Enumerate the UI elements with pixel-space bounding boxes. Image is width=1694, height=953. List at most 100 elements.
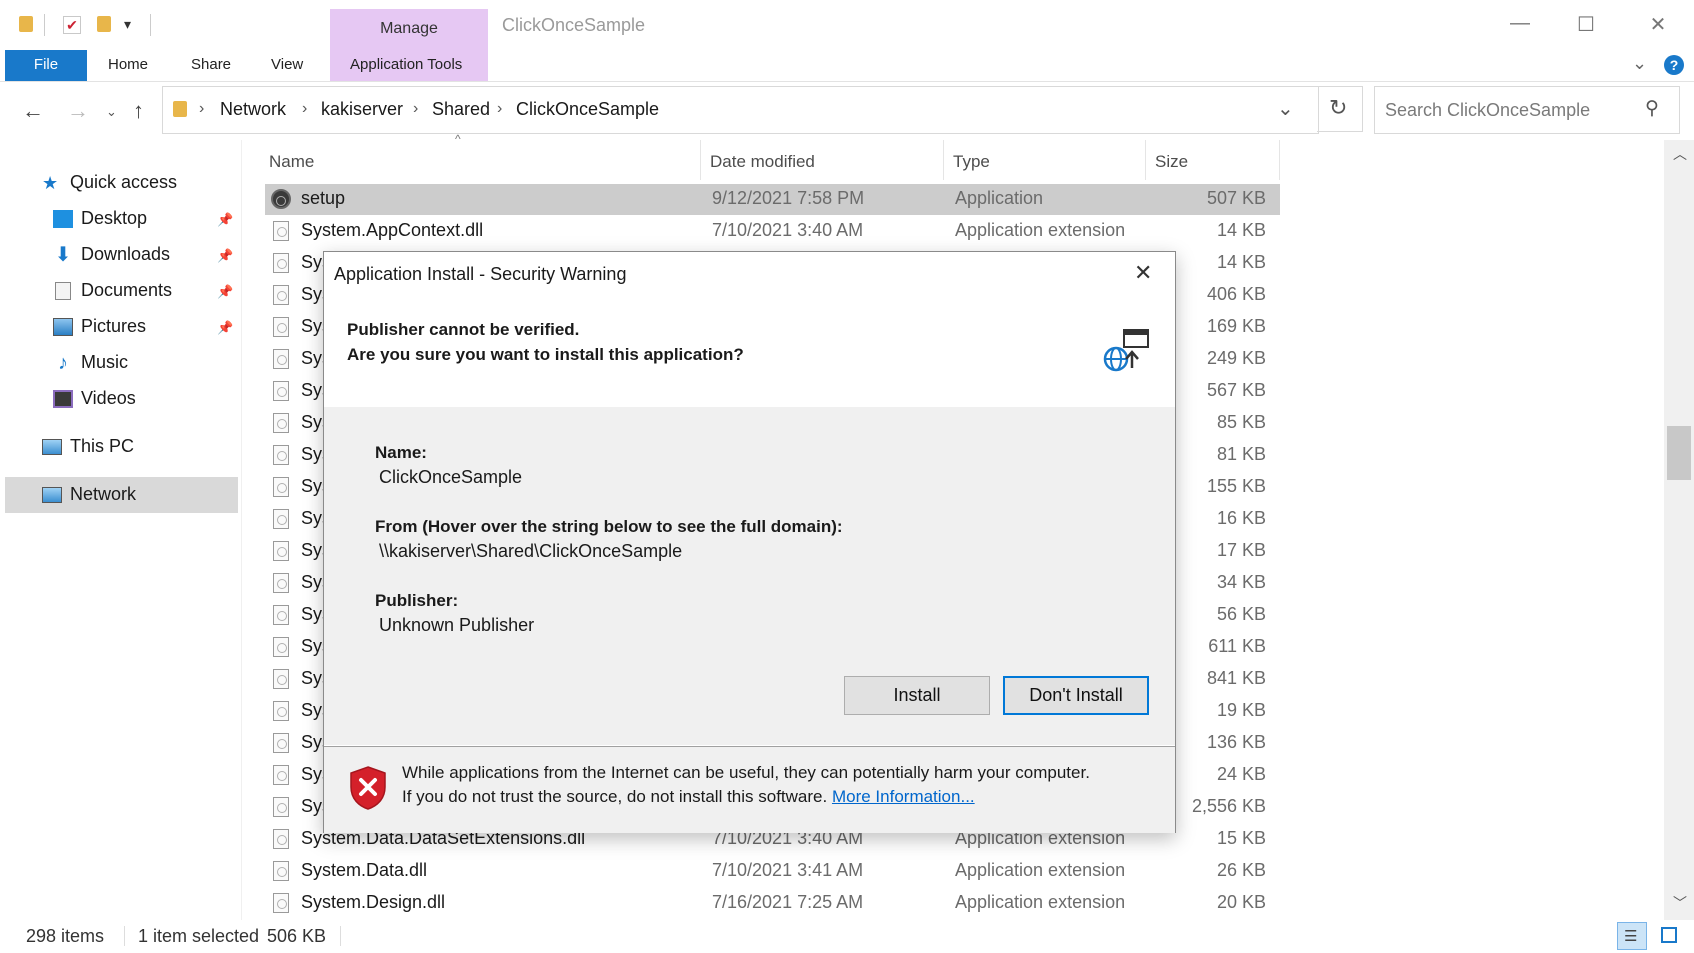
crumb-kakiserver[interactable]: kakiserver <box>321 99 403 120</box>
details-view-button[interactable]: ☰ <box>1617 922 1647 950</box>
file-name: setup <box>301 188 346 208</box>
nav-item-videos[interactable]: Videos <box>53 388 136 409</box>
maximize-button[interactable]: ☐ <box>1566 12 1606 37</box>
vertical-scrollbar[interactable]: ︿ ﹀ <box>1664 140 1694 920</box>
nav-this-pc[interactable]: This PC <box>42 436 134 457</box>
application-install-icon <box>1102 328 1152 374</box>
pictures-icon <box>53 317 73 336</box>
file-size: 841 KB <box>1206 668 1266 688</box>
status-item-count: 298 items <box>26 926 105 946</box>
nav-quick-access[interactable]: ★ Quick access <box>42 172 177 193</box>
nav-item-desktop[interactable]: Desktop <box>53 208 147 229</box>
nav-item-documents[interactable]: Documents <box>53 280 172 301</box>
file-size: 24 KB <box>1216 764 1266 784</box>
file-name: System.Design.dll <box>301 892 446 912</box>
tab-home[interactable]: Home <box>108 56 148 73</box>
search-input[interactable]: Search ClickOnceSample <box>1385 100 1590 121</box>
pin-icon: 📌 <box>217 284 234 299</box>
column-header-size[interactable]: Size <box>1155 152 1188 172</box>
dll-file-icon <box>273 605 289 625</box>
qat-dropdown-icon[interactable]: ▾ <box>124 16 131 33</box>
nav-item-music[interactable]: ♪ Music <box>53 352 128 373</box>
dll-file-icon <box>273 669 289 689</box>
tab-view[interactable]: View <box>271 56 303 73</box>
tab-application-tools[interactable]: Application Tools <box>350 56 462 73</box>
file-row[interactable]: System.Data.dll 7/10/2021 3:41 AM Applicat… <box>265 856 1280 887</box>
more-information-link[interactable]: More Information... <box>832 787 975 806</box>
file-size: 136 KB <box>1206 732 1266 752</box>
status-bar: 298 items 1 item selected 506 KB ☰ <box>0 920 1694 953</box>
dll-file-icon <box>273 893 289 913</box>
crumb-network[interactable]: Network <box>220 99 286 120</box>
qat-divider <box>150 14 151 36</box>
file-size: 155 KB <box>1206 476 1266 496</box>
tab-share[interactable]: Share <box>191 56 231 73</box>
column-divider <box>943 140 944 180</box>
file-row[interactable]: System.Design.dll 7/16/2021 7:25 AM Applic… <box>265 888 1280 919</box>
dll-file-icon <box>273 381 289 401</box>
file-size: 34 KB <box>1216 572 1266 592</box>
dll-file-icon <box>273 765 289 785</box>
dll-file-icon <box>273 253 289 273</box>
publisher-label: Publisher: <box>375 591 459 610</box>
from-value[interactable]: \\kakiserver\Shared\ClickOnceSample <box>379 541 682 562</box>
file-row[interactable]: setup 9/12/2021 7:58 PM Application 507 KB <box>265 184 1280 215</box>
dll-file-icon <box>273 797 289 817</box>
close-button[interactable]: ✕ <box>1638 12 1678 37</box>
up-icon[interactable]: ↑ <box>133 98 144 124</box>
search-box[interactable]: Search ClickOnceSample ⚲ <box>1374 86 1680 134</box>
download-icon: ⬇ <box>54 243 72 266</box>
column-header-date[interactable]: Date modified <box>710 152 815 172</box>
status-divider <box>124 926 125 946</box>
search-icon[interactable]: ⚲ <box>1645 97 1659 120</box>
address-bar[interactable]: › Network › kakiserver › Shared › ClickO… <box>162 86 1319 134</box>
dll-file-icon <box>273 285 289 305</box>
minimize-button[interactable]: — <box>1500 12 1540 35</box>
file-size: 16 KB <box>1216 508 1266 528</box>
back-icon[interactable]: ← <box>22 98 44 124</box>
column-header-name[interactable]: Name <box>269 152 314 172</box>
security-warning-dialog: Application Install - Security Warning ✕… <box>323 251 1176 833</box>
forward-icon[interactable]: → <box>67 98 89 124</box>
crumb-clickoncesample[interactable]: ClickOnceSample <box>516 99 659 120</box>
nav-network[interactable]: Network <box>42 484 136 505</box>
nav-item-pictures[interactable]: Pictures <box>53 316 146 337</box>
star-icon: ★ <box>42 172 59 193</box>
file-size: 507 KB <box>1206 188 1266 208</box>
crumb-separator: › <box>302 100 308 117</box>
dialog-heading-1: Publisher cannot be verified. <box>347 320 580 339</box>
address-folder-icon <box>173 101 187 117</box>
scroll-thumb[interactable] <box>1667 426 1691 480</box>
recent-locations-icon[interactable]: ⌄ <box>106 104 117 120</box>
column-header-type[interactable]: Type <box>953 152 990 172</box>
dll-file-icon <box>273 541 289 561</box>
install-button[interactable]: Install <box>844 676 990 715</box>
file-type: Application extension <box>955 860 1126 880</box>
dll-file-icon <box>273 445 289 465</box>
file-row[interactable]: System.AppContext.dll 7/10/2021 3:40 AM Ap… <box>265 216 1280 247</box>
address-dropdown-icon[interactable]: ⌄ <box>1277 96 1294 121</box>
warning-line-2: If you do not trust the source, do not i… <box>402 787 828 806</box>
large-icons-view-icon <box>1661 927 1677 943</box>
scroll-down-icon[interactable]: ﹀ <box>1673 893 1687 913</box>
scroll-up-icon[interactable]: ︿ <box>1673 144 1687 164</box>
properties-icon[interactable]: ✔ <box>63 16 81 34</box>
dialog-close-button[interactable]: ✕ <box>1134 260 1152 286</box>
dll-file-icon <box>273 413 289 433</box>
pin-icon: 📌 <box>217 248 234 263</box>
crumb-shared[interactable]: Shared <box>432 99 490 120</box>
file-size: 20 KB <box>1216 892 1266 912</box>
dont-install-button[interactable]: Don't Install <box>1003 676 1149 715</box>
music-icon: ♪ <box>58 351 68 374</box>
file-name: System.Data.dll <box>301 860 428 880</box>
new-folder-icon[interactable] <box>97 16 111 32</box>
dialog-warning-panel: While applications from the Internet can… <box>324 746 1175 833</box>
tab-file[interactable]: File <box>5 50 87 81</box>
status-selected: 1 item selected <box>138 926 260 946</box>
expand-ribbon-icon[interactable]: ⌄ <box>1632 53 1647 74</box>
refresh-button[interactable]: ↻ <box>1317 86 1363 132</box>
help-icon[interactable]: ? <box>1664 55 1684 75</box>
large-icons-view-button[interactable] <box>1654 922 1684 950</box>
nav-item-downloads[interactable]: ⬇ Downloads <box>53 244 170 265</box>
file-size: 14 KB <box>1216 220 1266 240</box>
